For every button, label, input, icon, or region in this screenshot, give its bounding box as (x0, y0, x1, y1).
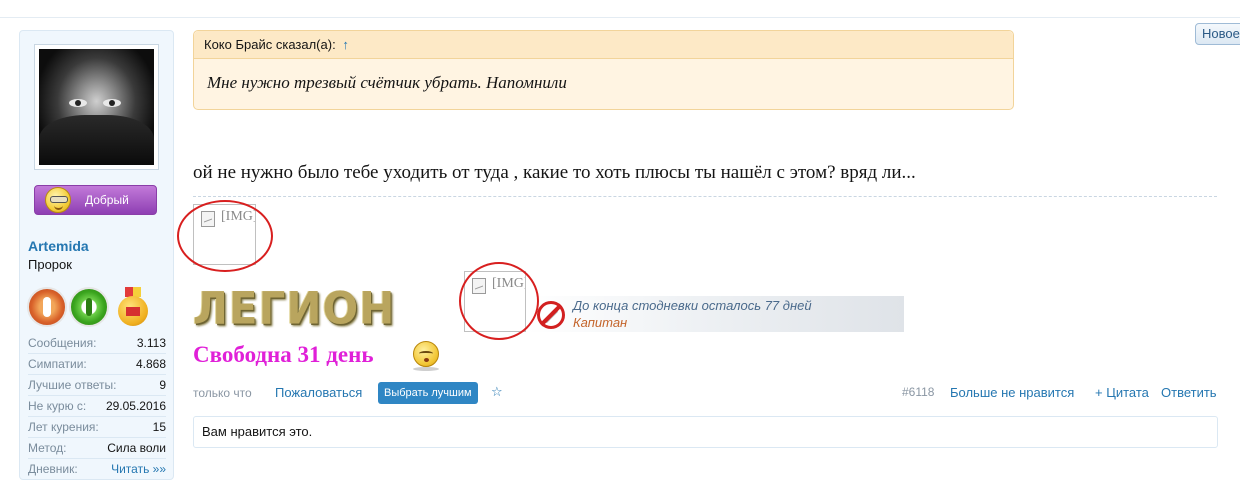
mood-badge[interactable]: Добрый (34, 185, 157, 215)
medal-disc (118, 296, 148, 326)
stat-best-answers: Лучшие ответы: 9 (28, 375, 166, 396)
stat-label: Лучшие ответы: (28, 378, 117, 392)
user-sidebar: Добрый Artemida Пророк Сообщения: 3.113 … (19, 30, 174, 480)
counter-rank: Капитан (573, 315, 628, 330)
quote-header: Коко Брайс сказал(а): ↑ (194, 31, 1013, 59)
report-link[interactable]: Пожаловаться (275, 385, 362, 400)
user-stats: Сообщения: 3.113 Симпатии: 4.868 Лучшие … (28, 333, 166, 480)
sleepy-smiley-icon (413, 341, 439, 367)
stat-method: Метод: Сила воли (28, 438, 166, 459)
stat-label: Не курю с: (28, 399, 87, 413)
stat-value: 29.05.2016 (105, 399, 166, 413)
user-title: Пророк (28, 257, 72, 272)
stat-value: 3.113 (136, 336, 166, 350)
avatar-veil (39, 115, 154, 165)
top-divider (0, 17, 1240, 18)
username-link[interactable]: Artemida (28, 238, 89, 254)
stat-value: 15 (152, 420, 166, 434)
stat-label: Симпатии: (28, 357, 87, 371)
stat-value: Сила воли (107, 441, 166, 455)
trophy-strongman-icon[interactable] (27, 287, 67, 327)
reply-link[interactable]: Ответить (1161, 385, 1217, 400)
avatar[interactable] (34, 44, 159, 170)
new-posts-button[interactable]: Новое (1195, 23, 1240, 45)
stat-messages: Сообщения: 3.113 (28, 333, 166, 354)
mood-label: Добрый (85, 193, 129, 207)
quote-jump-arrow-icon[interactable]: ↑ (342, 37, 349, 52)
post-actions-bar: только что Пожаловаться Выбрать лучшим ☆… (193, 382, 1218, 404)
stat-value: 4.868 (135, 357, 166, 371)
stat-value: 9 (159, 378, 166, 392)
quote-link[interactable]: + Цитата (1095, 385, 1149, 400)
best-answer-button[interactable]: Выбрать лучшим (378, 382, 478, 404)
smiley-glasses-icon (45, 187, 71, 213)
stat-label: Дневник: (28, 462, 78, 476)
annotation-circle (459, 262, 539, 340)
avatar-eye-right (103, 99, 121, 107)
annotation-circle (177, 200, 273, 272)
avatar-eye-left (69, 99, 87, 107)
avatar-eyes (69, 99, 123, 109)
unlike-link[interactable]: Больше не нравится (950, 385, 1074, 400)
quote-block: Коко Брайс сказал(а): ↑ Мне нужно трезвы… (193, 30, 1014, 110)
avatar-photo (39, 49, 154, 165)
no-smoking-icon (537, 301, 565, 329)
diary-read-link[interactable]: Читать »» (111, 459, 166, 480)
stat-label: Сообщения: (28, 336, 97, 350)
stat-likes: Симпатии: 4.868 (28, 354, 166, 375)
post-time[interactable]: только что (193, 386, 252, 400)
post-message: ой не нужно было тебе уходить от туда , … (193, 162, 916, 183)
signature-divider (193, 196, 1217, 197)
trophy-green-ring-icon[interactable] (69, 287, 109, 327)
counter-days-left: До конца стодневки осталось 77 дней (573, 298, 812, 313)
stat-label: Лет курения: (28, 420, 99, 434)
stat-diary: Дневник: Читать »» (28, 459, 166, 480)
star-icon[interactable]: ☆ (491, 384, 503, 400)
post-number-link[interactable]: #6118 (902, 385, 934, 399)
smoke-free-counter-banner: До конца стодневки осталось 77 дней Капи… (527, 296, 904, 332)
free-days-text: Свободна 31 день (193, 342, 374, 367)
smiley-shadow (413, 367, 439, 371)
trophy-medal-icon[interactable] (117, 287, 149, 327)
stat-label: Метод: (28, 441, 67, 455)
stat-quit-date: Не курю с: 29.05.2016 (28, 396, 166, 417)
quote-author: Коко Брайс сказал(а): (204, 37, 336, 52)
stat-smoking-years: Лет курения: 15 (28, 417, 166, 438)
likes-summary: Вам нравится это. (193, 416, 1218, 448)
quote-text: Мне нужно трезвый счётчик убрать. Напомн… (207, 73, 567, 92)
legion-logo: ЛЕГИОН (193, 282, 396, 335)
